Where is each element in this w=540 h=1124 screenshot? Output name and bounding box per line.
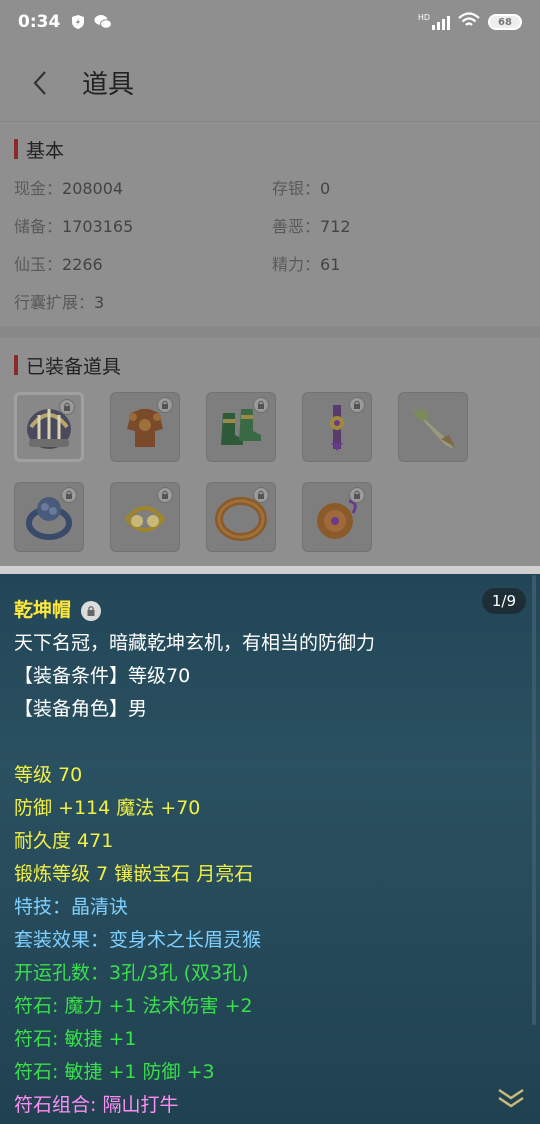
lock-icon [349, 487, 365, 503]
item-rune-1: 符石: 魔力 +1 法术伤害 +2 [14, 995, 253, 1017]
item-durability: 耐久度 471 [14, 830, 114, 852]
back-button[interactable] [0, 44, 80, 122]
equip-slot-pendant[interactable] [302, 482, 372, 552]
item-defense: 防御 +114 魔法 +70 [14, 797, 201, 819]
item-level-requirement: 【装备条件】等级70 [14, 665, 191, 687]
double-chevron-down-icon [498, 1088, 524, 1108]
equip-slot-armor[interactable] [110, 392, 180, 462]
field-key: 仙玉： [14, 255, 63, 274]
shield-icon [70, 14, 86, 30]
section-divider [0, 326, 540, 338]
item-holes: 开运孔数：3孔/3孔 (双3孔) [14, 962, 249, 984]
equip-slot-bracelet[interactable] [206, 482, 276, 552]
equip-slot-belt[interactable] [302, 392, 372, 462]
item-rune-combo: 符石组合: 隔山打牛 [14, 1094, 179, 1116]
battery-icon: 68 [488, 14, 522, 30]
item-level: 等级 70 [14, 764, 83, 786]
equip-slot-boots[interactable] [206, 392, 276, 462]
energy-field: 精力：61 [272, 246, 532, 284]
wechat-icon [94, 14, 113, 30]
field-value: 61 [320, 255, 341, 274]
item-forge: 锻炼等级 7 镶嵌宝石 月亮石 [14, 863, 254, 885]
section-marker [14, 355, 18, 375]
content: 基本 现金：208004 存银：0 储备：1703165 善恶：712 仙玉：2… [0, 122, 540, 566]
reserve-field: 储备：1703165 [14, 208, 272, 246]
equip-slot-earring[interactable] [110, 482, 180, 552]
item-rune-2: 符石: 敏捷 +1 [14, 1028, 137, 1050]
equipped-title-text: 已装备道具 [26, 355, 122, 378]
jade-field: 仙玉：2266 [14, 246, 272, 284]
field-key: 存银： [272, 179, 321, 198]
field-value: 3 [94, 293, 105, 312]
item-skill: 特技：晶清诀 [14, 896, 129, 918]
page-title: 道具 [82, 70, 135, 100]
field-value: 1703165 [62, 217, 134, 236]
item-set-effect: 套装效果：变身术之长眉灵猴 [14, 929, 262, 951]
lock-icon [81, 600, 102, 621]
item-description: 天下名冠，暗藏乾坤玄机，有相当的防御力 [14, 632, 376, 654]
field-key: 行囊扩展： [14, 293, 95, 312]
tooltip-scrollbar[interactable] [532, 575, 536, 1025]
wifi-icon [458, 11, 480, 33]
lock-icon [253, 397, 269, 413]
equip-slot-ring[interactable] [14, 482, 84, 552]
field-key: 储备： [14, 217, 63, 236]
field-key: 善恶： [272, 217, 321, 236]
field-value: 0 [320, 179, 331, 198]
app-header: 道具 [0, 44, 540, 122]
basic-info-grid: 现金：208004 存银：0 储备：1703165 善恶：712 仙玉：2266… [14, 170, 526, 322]
field-key: 现金： [14, 179, 63, 198]
karma-field: 善恶：712 [272, 208, 532, 246]
lock-icon [157, 487, 173, 503]
equip-slot-helmet[interactable] [14, 392, 84, 462]
item-tooltip: 1/9 乾坤帽 天下名冠，暗藏乾坤玄机，有相当的防御力 【装备条件】等级70 【… [0, 574, 540, 1124]
signal-icon: HD [417, 13, 450, 30]
lock-icon [61, 487, 77, 503]
item-name-row: 乾坤帽 [14, 594, 526, 627]
lock-icon [157, 397, 173, 413]
item-name: 乾坤帽 [14, 599, 72, 621]
lock-icon [59, 399, 75, 415]
bag-expansion-field: 行囊扩展：3 [14, 284, 272, 322]
equipped-section: 已装备道具 [0, 338, 540, 566]
status-time: 0:34 [18, 12, 61, 32]
expand-more-button[interactable] [496, 1086, 526, 1110]
equip-slot-weapon[interactable] [398, 392, 468, 462]
item-role-requirement: 【装备角色】男 [14, 698, 148, 720]
savings-field: 存银：0 [272, 170, 532, 208]
basic-section: 基本 现金：208004 存银：0 储备：1703165 善恶：712 仙玉：2… [0, 122, 540, 326]
status-bar: 0:34 HD 68 [0, 0, 540, 44]
field-key: 精力： [272, 255, 321, 274]
section-marker [14, 139, 18, 159]
lock-icon [349, 397, 365, 413]
network-label: HD [417, 13, 430, 22]
lock-icon [253, 487, 269, 503]
status-right: HD 68 [417, 11, 522, 33]
cash-field: 现金：208004 [14, 170, 272, 208]
basic-section-title: 基本 [14, 134, 526, 164]
item-rune-3: 符石: 敏捷 +1 防御 +3 [14, 1061, 215, 1083]
basic-title-text: 基本 [26, 139, 65, 162]
equipped-section-title: 已装备道具 [14, 350, 526, 380]
equipped-grid [14, 386, 526, 566]
page-indicator: 1/9 [481, 588, 526, 614]
field-value: 208004 [62, 179, 124, 198]
field-value: 2266 [62, 255, 103, 274]
field-value: 712 [320, 217, 351, 236]
weapon-icon [411, 407, 455, 449]
chevron-left-icon [33, 70, 46, 95]
